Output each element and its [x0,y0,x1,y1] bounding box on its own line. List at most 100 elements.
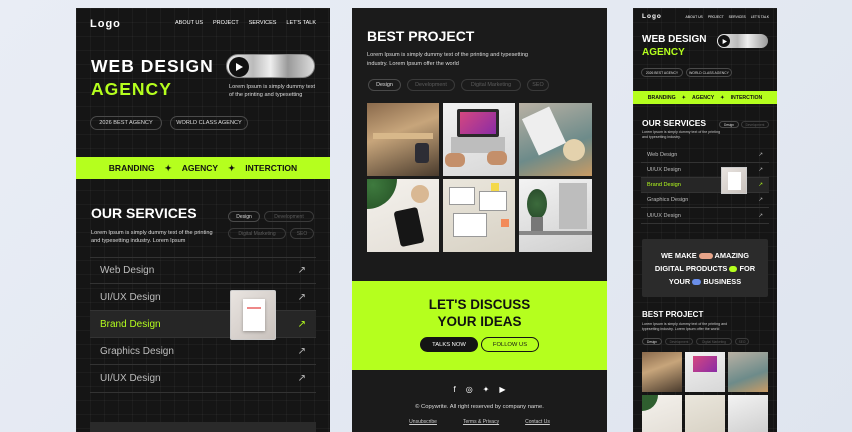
project-image-laptop[interactable] [443,103,515,176]
project-image-phone[interactable] [367,179,439,252]
project-thumb-sketch[interactable] [728,352,768,392]
tag-development[interactable]: Development [264,211,314,222]
facebook-icon[interactable]: f [453,385,455,394]
digital-text: AMAZING [714,251,750,260]
tag-development[interactable]: Development [741,121,769,128]
terms-link[interactable]: Terms & Privacy [463,419,499,425]
hero-description: Lorem Ipsum is simply dummy text of the … [229,84,316,98]
tag-development[interactable]: Development [665,338,693,345]
nav-project[interactable]: PROJECT [708,15,724,19]
service-row-graphics-design[interactable]: Graphics Design ↗ [641,193,769,208]
project-image-wireframes[interactable] [443,179,515,252]
full-page-preview-right: Logo ABOUT US PROJECT SERVICES LET'S TAL… [633,8,777,432]
service-label: UI/UX Design [100,373,161,384]
cta-section: LET'S DISCUSS YOUR IDEAS TALKS NOW FOLLO… [352,281,607,370]
tag-digital-marketing[interactable]: Digital Marketing [228,228,286,239]
logo[interactable]: Logo [642,13,662,20]
logo[interactable]: Logo [90,18,121,30]
digital-line-2: DIGITAL PRODUCTS FOR [642,264,768,273]
project-title: BEST PROJECT [642,310,704,319]
bottom-card [90,422,316,432]
project-panel-middle: BEST PROJECT Lorem Ipsum is simply dummy… [352,8,607,432]
hero-title-accent: AGENCY [91,79,172,99]
plant-shape [642,395,658,411]
service-label: Graphics Design [100,345,174,357]
pot-shape [531,217,543,231]
emoji-icon [692,279,702,286]
sticky-note [491,183,499,191]
screen-content [693,356,717,372]
desk-shape [373,133,433,139]
toggle-icon [729,266,738,273]
unsubscribe-link[interactable]: Unsubscribe [409,419,437,425]
tag-digital-marketing[interactable]: Digital Marketing [461,79,521,91]
clipboard-shape [728,172,741,190]
service-row-uiux-design[interactable]: UI/UX Design ↗ [641,163,769,178]
service-row-graphics-design[interactable]: Graphics Design ↗ [90,338,316,365]
nav-lets-talk[interactable]: LET'S TALK [751,15,769,19]
service-row-uiux-design[interactable]: UI/UX Design ↗ [90,284,316,311]
tag-seo[interactable]: SEO [290,228,314,239]
project-image-desk[interactable] [519,179,592,252]
digital-text: DIGITAL PRODUCTS [654,264,728,273]
digital-line-3: YOUR BUSINESS [642,277,768,286]
phone-shape [393,206,425,248]
service-row-uiux-design-2[interactable]: UI/UX Design ↗ [90,365,316,393]
project-thumb-desk[interactable] [728,395,768,432]
tag-development[interactable]: Development [407,79,455,91]
highlight-band: BRANDING ✦ AGENCY ✦ INTERCTION [76,157,330,179]
hero-title: WEB DESIGN [642,34,707,45]
service-label: Graphics Design [647,197,689,203]
service-row-brand-design[interactable]: Brand Design ↗ [90,311,316,338]
landing-panel-left: Logo ABOUT US PROJECT SERVICES LET'S TAL… [76,8,330,432]
twitter-icon[interactable]: ✦ [483,385,490,394]
badge-world-class: WORLD CLASS AGENCY [170,116,248,130]
contact-link[interactable]: Contact Us [525,419,550,425]
project-thumb-phone[interactable] [642,395,682,432]
service-row-web-design[interactable]: Web Design ↗ [641,147,769,163]
band-agency: AGENCY [692,94,715,101]
project-thumb-laptop[interactable] [685,352,725,392]
service-row-web-design[interactable]: Web Design ↗ [90,257,316,284]
people-icon [698,253,713,260]
instagram-icon[interactable]: ◎ [466,385,473,394]
tag-design[interactable]: Design [719,121,739,128]
laptop-screen [457,109,499,137]
project-image-office[interactable] [367,103,439,176]
arrow-up-right-icon: ↗ [758,197,763,203]
tag-digital-marketing[interactable]: Digital Marketing [696,338,732,345]
hero-title-accent: AGENCY [642,47,685,58]
nav-about[interactable]: ABOUT US [175,20,203,26]
nav-project[interactable]: PROJECT [213,20,239,26]
hero-video-pill[interactable] [717,34,768,48]
nav-services[interactable]: SERVICES [729,15,746,19]
youtube-icon[interactable]: ▶ [499,385,505,394]
hero-video-pill[interactable] [226,54,315,78]
digital-text: WE MAKE [660,251,697,260]
service-row-brand-design[interactable]: Brand Design ↗ [641,178,769,193]
arrow-up-right-icon: ↗ [297,345,306,357]
tag-design[interactable]: Design [368,79,401,91]
band-branding: BRANDING [108,163,155,173]
nav-lets-talk[interactable]: LET'S TALK [286,20,316,26]
follow-us-button[interactable]: FOLLOW US [481,337,539,352]
hero-title: WEB DESIGN [91,56,214,76]
nav-about[interactable]: ABOUT US [686,15,703,19]
service-label: UI/UX Design [647,167,681,173]
tag-seo[interactable]: SEO [735,338,749,345]
play-icon[interactable] [229,57,249,77]
play-icon[interactable] [718,35,730,47]
band-branding: BRANDING [647,94,676,101]
nav-services[interactable]: SERVICES [249,20,277,26]
window-shape [559,183,587,229]
wireframe-sheet [449,187,475,205]
project-thumb-office[interactable] [642,352,682,392]
tag-design[interactable]: Design [228,211,260,222]
talks-now-button[interactable]: TALKS NOW [420,337,478,352]
project-thumb-wireframes[interactable] [685,395,725,432]
service-row-uiux-design-2[interactable]: UI/UX Design ↗ [641,208,769,224]
tag-seo[interactable]: SEO [527,79,549,91]
tag-design[interactable]: Design [642,338,662,345]
sparkle-icon: ✦ [164,162,172,173]
project-image-sketch[interactable] [519,103,592,176]
